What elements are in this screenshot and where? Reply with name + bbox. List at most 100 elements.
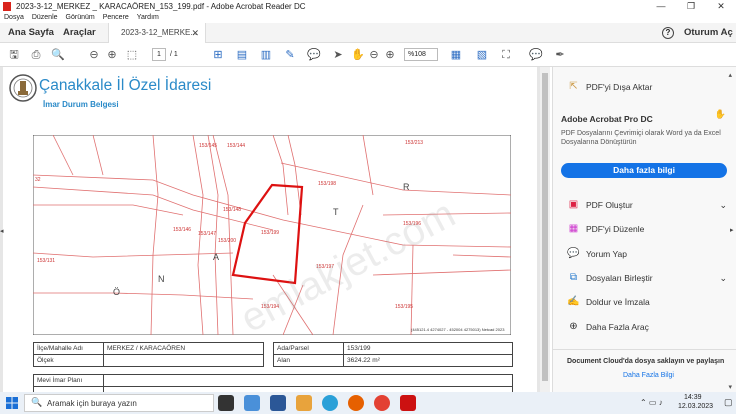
print-icon[interactable]: ⎙ xyxy=(28,47,44,63)
left-panel-toggle-icon[interactable]: ◂ xyxy=(0,227,4,235)
close-button[interactable]: ✕ xyxy=(706,0,736,12)
file-explorer-icon[interactable] xyxy=(296,395,312,411)
vertical-scrollbar[interactable] xyxy=(540,67,550,392)
sign-in-link[interactable]: Oturum Aç xyxy=(684,23,733,43)
svg-text:153/146: 153/146 xyxy=(173,227,191,233)
fit-width-icon[interactable]: ▦ xyxy=(448,47,464,63)
windows-start-icon[interactable] xyxy=(6,397,18,409)
help-icon[interactable]: ? xyxy=(662,27,674,39)
hand-icon[interactable]: ✋ xyxy=(350,47,366,63)
taskbar-search-box[interactable]: 🔍 Aramak için buraya yazın xyxy=(24,394,214,412)
edge-icon[interactable] xyxy=(322,395,338,411)
chevron-down-icon[interactable]: ⌄ xyxy=(719,268,727,288)
fit-page-icon[interactable]: ⊞ xyxy=(210,47,226,63)
close-tab-icon[interactable]: ✕ xyxy=(191,23,199,43)
promo-learn-more-button[interactable]: Daha fazla bilgi xyxy=(561,163,727,178)
toolbar: 🖫 ⎙ 🔍 ⊖ ⊕ ⬚ 1 / 1 ⊞ ▤ ▥ ✎ 💬 ➤ ✋ ⊖ ⊕ %108… xyxy=(0,43,736,67)
edge-browser-icon[interactable] xyxy=(244,395,260,411)
clock-date[interactable]: 12.03.2023 xyxy=(678,403,713,410)
export-pdf-item[interactable]: ⇱ PDF'yi Dışa Aktar xyxy=(553,77,736,97)
comment-tool-icon[interactable]: 💬 xyxy=(528,47,544,63)
edit-pdf-tool-icon: ▦ xyxy=(568,223,579,234)
firefox-icon[interactable] xyxy=(348,395,364,411)
taskbar: 🔍 Aramak için buraya yazın ⌃ ▭ ♪ 14:39 1… xyxy=(0,392,736,414)
comment-bubble-icon: 💬 xyxy=(567,248,580,259)
plan-table: Mevi İmar Planı xyxy=(33,374,513,392)
tab-tools[interactable]: Araçlar xyxy=(63,23,96,43)
window-title: 2023-3-12_MERKEZ _ KARACAÖREN_153_199.pd… xyxy=(16,1,306,11)
highlight-pen-icon[interactable]: ✒ xyxy=(552,47,568,63)
scroll-up-icon[interactable]: ▴ xyxy=(728,71,732,79)
search-icon[interactable]: 🔍 xyxy=(50,47,66,63)
word-icon[interactable] xyxy=(270,395,286,411)
menu-help[interactable]: Yardım xyxy=(137,14,159,21)
menu-window[interactable]: Pencere xyxy=(103,14,129,21)
zoom-out-icon[interactable]: ⊖ xyxy=(366,47,382,63)
zoom-in-icon[interactable]: ⊕ xyxy=(382,47,398,63)
svg-text:R: R xyxy=(403,182,410,192)
create-pdf-icon: ▣ xyxy=(568,199,579,210)
svg-text:T: T xyxy=(333,207,339,217)
tab-home[interactable]: Ana Sayfa xyxy=(8,23,54,43)
cloud-learn-more-link[interactable]: Daha Fazla Bilgi xyxy=(623,372,674,379)
page-up-icon[interactable]: ⊖ xyxy=(86,47,102,63)
create-pdf-item[interactable]: ▣ PDF Oluştur ⌄ xyxy=(553,195,736,215)
comment-item[interactable]: 💬 Yorum Yap xyxy=(553,244,736,264)
tab-bar: Ana Sayfa Araçlar 2023-3-12_MERKE... ✕ ?… xyxy=(0,23,736,43)
scroll-mode-icon[interactable]: ▧ xyxy=(474,47,490,63)
export-pdf-icon: ⇱ xyxy=(569,81,578,92)
acrobat-taskbar-icon[interactable] xyxy=(400,395,416,411)
fill-sign-icon: ✍ xyxy=(567,296,580,307)
menu-edit[interactable]: Düzenle xyxy=(32,14,58,21)
zoom-select[interactable]: %108 xyxy=(404,48,438,61)
maximize-button[interactable]: ❐ xyxy=(676,0,706,12)
sticky-note-icon[interactable]: 💬 xyxy=(306,47,322,63)
info-table: İlçe/Mahalle Adı MERKEZ / KARACAÖREN Ada… xyxy=(33,342,513,367)
fill-sign-item[interactable]: ✍ Doldur ve İmzala xyxy=(553,292,736,312)
document-view[interactable]: Çanakkale İl Özel İdaresi İmar Durum Bel… xyxy=(0,67,540,392)
notification-icon[interactable]: ▢ xyxy=(724,397,733,408)
task-view-icon[interactable] xyxy=(218,395,234,411)
select-tool-icon[interactable]: ⬚ xyxy=(124,47,140,63)
minimize-button[interactable]: — xyxy=(646,0,676,12)
edit-pdf-icon[interactable]: ▥ xyxy=(258,47,274,63)
scrollbar-thumb[interactable] xyxy=(542,73,548,381)
promo-title: Adobe Acrobat Pro DC xyxy=(561,114,653,124)
svg-text:153/144: 153/144 xyxy=(227,143,245,149)
title-bar: 2023-3-12_MERKEZ _ KARACAÖREN_153_199.pd… xyxy=(0,0,736,12)
svg-text:153/200: 153/200 xyxy=(218,238,236,244)
svg-text:153/213: 153/213 xyxy=(405,140,423,146)
tools-pane: ⇱ PDF'yi Dışa Aktar ✋ Adobe Acrobat Pro … xyxy=(552,67,736,392)
promo-text: PDF Dosyalarını Çevrimiçi olarak Word ya… xyxy=(561,130,721,146)
promo-dismiss-icon[interactable]: ✋ xyxy=(715,109,726,120)
pdf-export-icon[interactable]: ▤ xyxy=(234,47,250,63)
more-tools-item[interactable]: ⊕ Daha Fazla Araç xyxy=(553,317,736,337)
map-caption: (445121.4 4274027 - 452004 4275013) Netc… xyxy=(411,327,505,332)
edit-pdf-item[interactable]: ▦ PDF'yi Düzenle xyxy=(553,219,736,239)
right-panel-toggle-icon[interactable]: ▸ xyxy=(730,226,734,234)
svg-text:N: N xyxy=(158,274,165,284)
plus-circle-icon: ⊕ xyxy=(569,321,578,332)
save-icon[interactable]: 🖫 xyxy=(6,47,22,63)
page-number-input[interactable]: 1 xyxy=(152,48,166,61)
clock-time[interactable]: 14:39 xyxy=(684,394,702,401)
chrome-icon[interactable] xyxy=(374,395,390,411)
cloud-text: Document Cloud'da dosya saklayın ve payl… xyxy=(567,358,725,365)
scroll-down-icon[interactable]: ▾ xyxy=(728,383,732,391)
province-seal-logo xyxy=(9,74,37,102)
comment-icon[interactable]: ✎ xyxy=(282,47,298,63)
tab-document[interactable]: 2023-3-12_MERKE... ✕ xyxy=(108,23,206,43)
svg-text:Ö: Ö xyxy=(113,287,120,297)
combine-files-item[interactable]: ⧉ Dosyaları Birleştir ⌄ xyxy=(553,268,736,288)
system-tray-icons[interactable]: ⌃ ▭ ♪ xyxy=(640,398,663,407)
cursor-icon[interactable]: ➤ xyxy=(330,47,346,63)
svg-text:153/145: 153/145 xyxy=(199,143,217,149)
svg-text:153/148: 153/148 xyxy=(223,207,241,213)
menu-bar: Dosya Düzenle Görünüm Pencere Yardım xyxy=(0,12,736,23)
chevron-down-icon[interactable]: ⌄ xyxy=(719,195,727,215)
full-screen-icon[interactable]: ⛶ xyxy=(498,47,514,63)
parcel-map: 153/145 153/144 153/213 153/198 153/148 … xyxy=(33,135,511,335)
menu-file[interactable]: Dosya xyxy=(4,14,24,21)
page-down-icon[interactable]: ⊕ xyxy=(104,47,120,63)
menu-view[interactable]: Görünüm xyxy=(66,14,95,21)
